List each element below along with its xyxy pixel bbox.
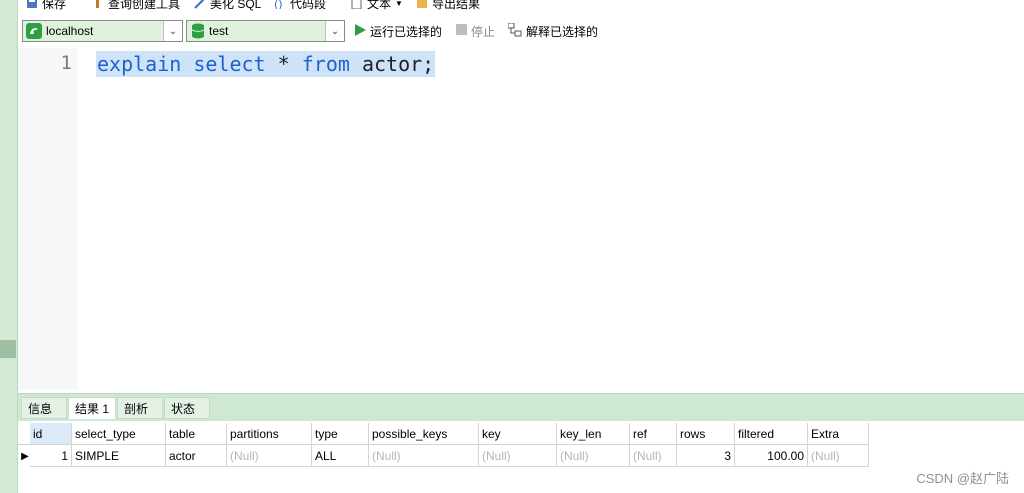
table-cell[interactable]: 3 bbox=[677, 445, 735, 467]
row-selector-header bbox=[18, 423, 30, 445]
stop-label: 停止 bbox=[471, 24, 496, 39]
save-button[interactable]: 保存 bbox=[26, 0, 66, 11]
beautify-label: 美化 SQL bbox=[210, 0, 262, 11]
table-cell[interactable]: actor bbox=[166, 445, 227, 467]
tab-result-label: 结果 1 bbox=[75, 401, 110, 416]
save-label: 保存 bbox=[42, 0, 67, 11]
save-icon bbox=[26, 0, 38, 9]
run-selected-label: 运行已选择的 bbox=[370, 24, 443, 39]
column-header[interactable]: ref bbox=[630, 423, 677, 445]
tab-info-label: 信息 bbox=[28, 401, 53, 416]
table-cell[interactable]: (Null) bbox=[227, 445, 312, 467]
column-header[interactable]: filtered bbox=[735, 423, 808, 445]
table-cell[interactable]: (Null) bbox=[369, 445, 479, 467]
column-header[interactable]: select_type bbox=[72, 423, 166, 445]
line-number: 1 bbox=[60, 52, 72, 74]
identifier-actor: actor; bbox=[361, 52, 435, 76]
tab-info[interactable]: 信息 bbox=[21, 397, 67, 419]
line-number-gutter: 1 bbox=[18, 48, 78, 390]
beautify-sql-button[interactable]: 美化 SQL bbox=[194, 0, 261, 11]
column-header[interactable]: possible_keys bbox=[369, 423, 479, 445]
result-tabs: 信息 结果 1 剖析 状态 bbox=[18, 393, 1024, 421]
column-header[interactable]: key_len bbox=[557, 423, 630, 445]
database-value: test bbox=[209, 24, 229, 38]
tab-profile-label: 剖析 bbox=[124, 401, 149, 416]
text-label: 文本 bbox=[367, 0, 392, 11]
table-cell[interactable]: (Null) bbox=[808, 445, 869, 467]
left-sidebar-strip bbox=[0, 0, 18, 493]
text-mode-button[interactable]: 文本 ▼ bbox=[351, 0, 403, 11]
tab-status[interactable]: 状态 bbox=[164, 397, 210, 419]
query-builder-icon bbox=[92, 0, 104, 9]
chevron-down-icon[interactable]: ⌄ bbox=[325, 21, 344, 41]
database-icon bbox=[191, 23, 205, 39]
table-cell[interactable]: 1 bbox=[30, 445, 72, 467]
table-cell[interactable]: (Null) bbox=[557, 445, 630, 467]
database-select[interactable]: test ⌄ bbox=[186, 20, 345, 42]
column-header[interactable]: table bbox=[166, 423, 227, 445]
mysql-connection-icon bbox=[26, 23, 42, 39]
query-builder-label: 查询创建工具 bbox=[108, 0, 181, 11]
keyword-select: select bbox=[193, 52, 266, 76]
column-header[interactable]: Extra bbox=[808, 423, 869, 445]
table-cell[interactable]: 100.00 bbox=[735, 445, 808, 467]
table-cell[interactable]: (Null) bbox=[630, 445, 677, 467]
export-results-button[interactable]: 导出结果 bbox=[416, 0, 480, 11]
explain-selected-label: 解释已选择的 bbox=[526, 24, 599, 39]
explain-icon bbox=[507, 22, 522, 40]
keyword-from: from bbox=[301, 52, 350, 76]
column-header[interactable]: rows bbox=[677, 423, 735, 445]
star-token: * bbox=[277, 52, 290, 76]
chevron-down-icon[interactable]: ⌄ bbox=[163, 21, 182, 41]
snippet-label: 代码段 bbox=[290, 0, 327, 11]
query-toolbar: localhost ⌄ test ⌄ 运行已选择的 停止 解释已选择的 bbox=[18, 18, 1024, 46]
tab-profile[interactable]: 剖析 bbox=[117, 397, 163, 419]
table-cell[interactable]: (Null) bbox=[479, 445, 557, 467]
keyword-explain: explain bbox=[97, 52, 182, 76]
code-line-selected[interactable]: explain select * from actor; bbox=[96, 51, 436, 77]
stop-icon bbox=[456, 24, 467, 38]
snippet-icon: () bbox=[274, 0, 286, 11]
stop-button[interactable]: 停止 bbox=[456, 23, 495, 39]
sql-editor[interactable]: 1 explain select * from actor; bbox=[18, 48, 1024, 390]
wand-icon bbox=[194, 0, 206, 9]
dropdown-arrow-icon: ▼ bbox=[395, 0, 403, 8]
main-toolbar: 保存 查询创建工具 美化 SQL () 代码段 文本 ▼ 导出结果 bbox=[18, 0, 1024, 12]
query-builder-button[interactable]: 查询创建工具 bbox=[92, 0, 180, 11]
connection-value: localhost bbox=[46, 24, 94, 38]
splitter-grip[interactable] bbox=[0, 340, 16, 358]
explain-selected-button[interactable]: 解释已选择的 bbox=[507, 22, 599, 40]
export-icon bbox=[416, 0, 428, 9]
column-header[interactable]: type bbox=[312, 423, 369, 445]
column-header[interactable]: key bbox=[479, 423, 557, 445]
tab-status-label: 状态 bbox=[171, 401, 196, 416]
document-icon bbox=[351, 0, 363, 10]
svg-text:(): () bbox=[274, 0, 283, 9]
tab-result-1[interactable]: 结果 1 bbox=[68, 397, 116, 419]
code-snippet-button[interactable]: () 代码段 bbox=[274, 0, 326, 11]
connection-select[interactable]: localhost ⌄ bbox=[22, 20, 183, 42]
table-header-row: id select_type table partitions type pos… bbox=[18, 423, 869, 445]
run-selected-button[interactable]: 运行已选择的 bbox=[354, 23, 442, 39]
play-icon bbox=[354, 23, 366, 39]
column-header[interactable]: id bbox=[30, 423, 72, 445]
table-cell[interactable]: SIMPLE bbox=[72, 445, 166, 467]
table-cell[interactable]: ALL bbox=[312, 445, 369, 467]
table-row[interactable]: ▶ 1 SIMPLE actor (Null) ALL (Null) (Null… bbox=[18, 445, 869, 467]
watermark: CSDN @赵广陆 bbox=[916, 471, 1009, 486]
export-label: 导出结果 bbox=[432, 0, 481, 11]
column-header[interactable]: partitions bbox=[227, 423, 312, 445]
